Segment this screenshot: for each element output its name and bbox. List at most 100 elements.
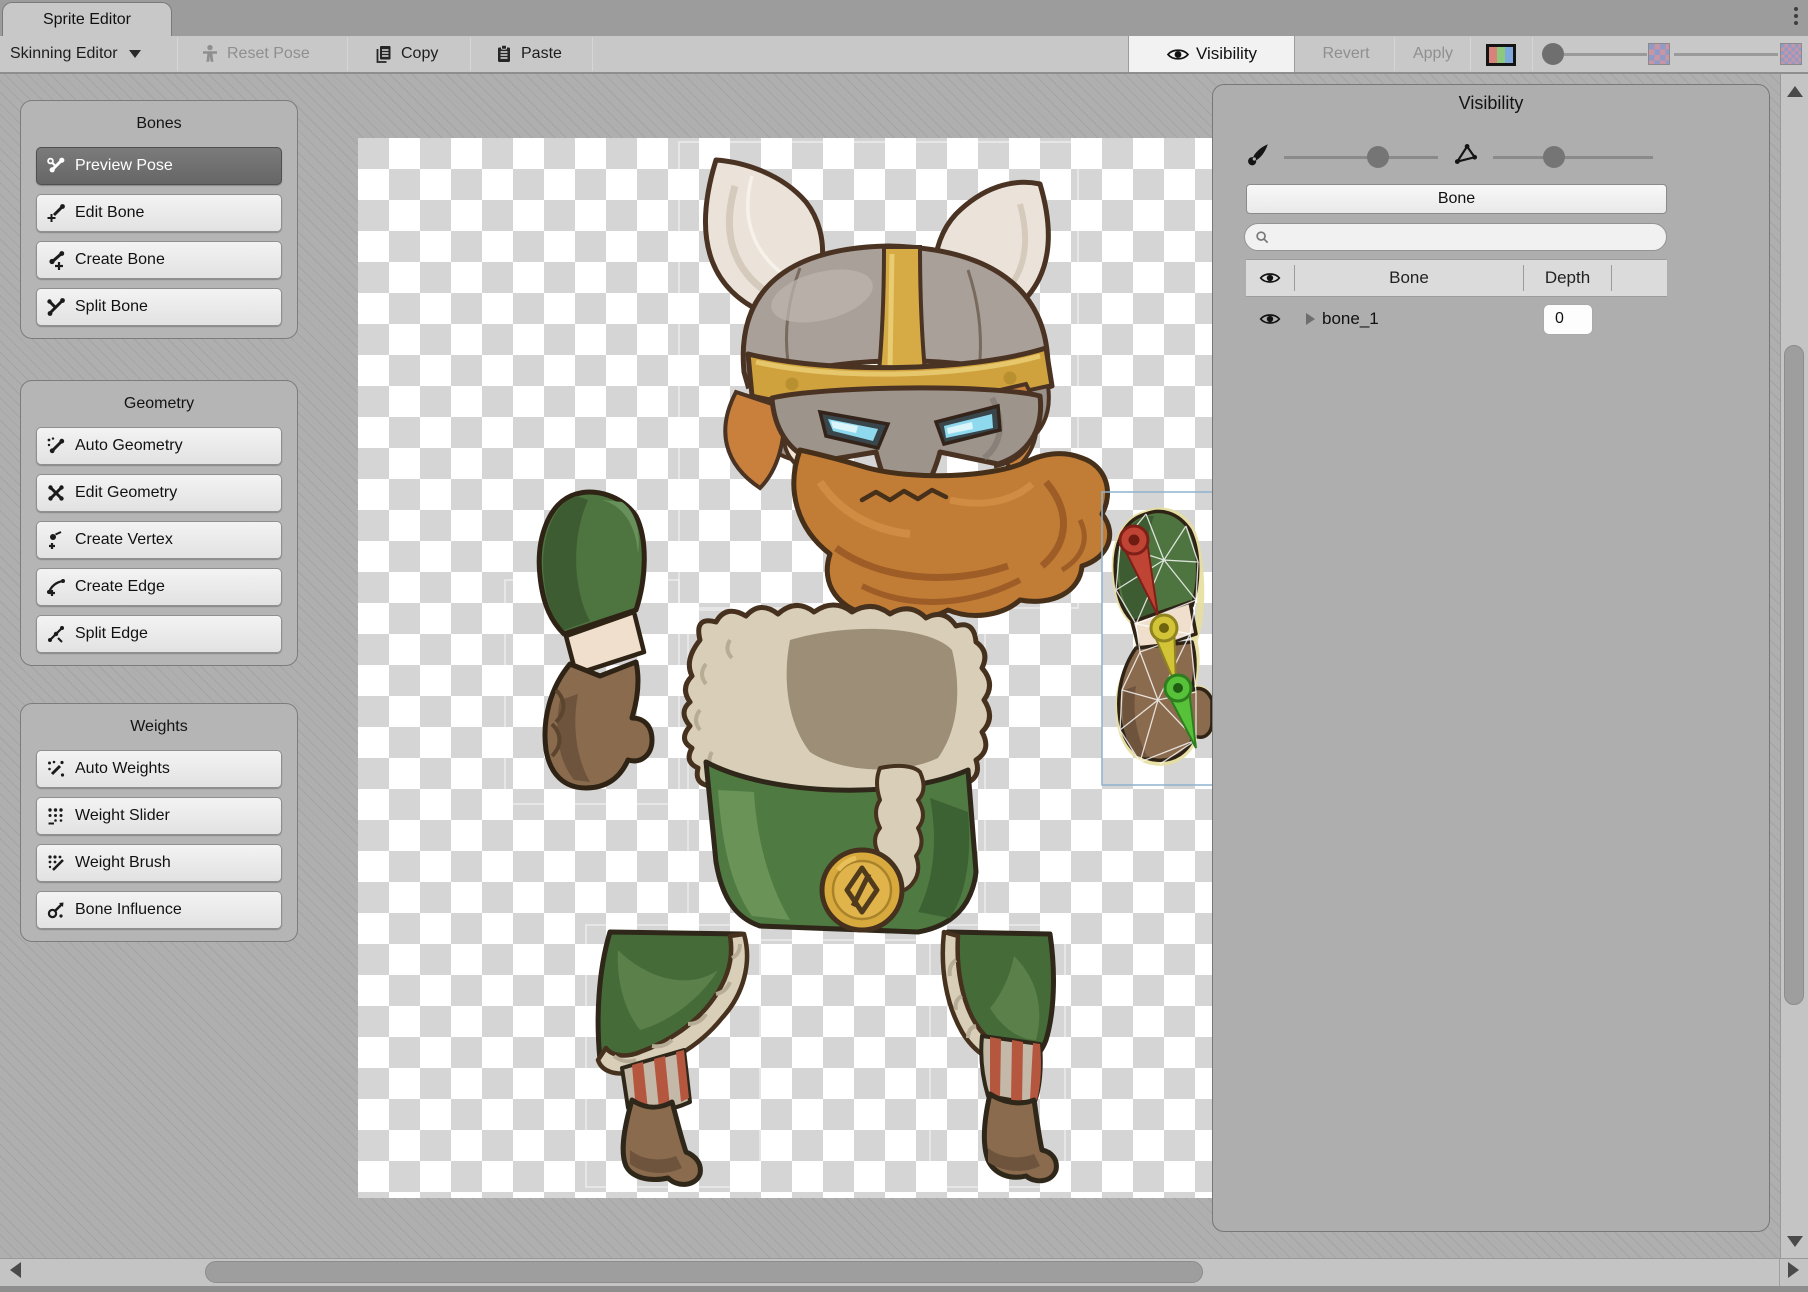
bone-name: bone_1 [1322,309,1379,329]
weights-panel: Weights Auto Weights Weight Slider Weigh… [20,703,298,942]
mesh-opacity-slider[interactable] [1493,156,1653,159]
main-toolbar: Skinning Editor Reset Pose Copy [0,36,1808,74]
toolbar-divider [1470,37,1471,71]
preview-pose-icon [46,156,66,176]
chevron-down-icon [129,50,141,58]
scroll-up-arrow[interactable] [1787,86,1803,97]
scrollbar-corner-divider [1779,1259,1780,1287]
sprite-torso [684,605,990,932]
bone-influence-button[interactable]: Bone Influence [36,891,282,929]
create-vertex-icon [46,530,66,550]
paste-icon [494,44,514,64]
reset-pose-button[interactable]: Reset Pose [200,36,310,72]
split-bone-icon [46,297,66,317]
sprite-left-leg [598,932,747,1184]
create-edge-button[interactable]: Create Edge [36,568,282,606]
window-bottom-edge [0,1286,1808,1292]
bone-opacity-slider[interactable] [1284,156,1438,159]
tab-sprite-editor[interactable]: Sprite Editor [2,2,172,36]
apply-button[interactable]: Apply [1398,36,1468,72]
column-header-depth[interactable]: Depth [1524,268,1611,288]
toolbar-divider [1532,37,1533,71]
vertical-scrollbar[interactable] [1780,74,1808,1258]
sprite-editor-window: Sprite Editor Skinning Editor Reset Pose… [0,0,1808,1292]
panel-title: Bones [21,109,297,147]
opacity-slider-knob[interactable] [1542,43,1564,65]
bone-table-header: Bone Depth [1246,259,1667,297]
copy-button[interactable]: Copy [374,36,438,72]
weight-brush-icon [46,853,66,873]
toolbar-divider [470,37,471,71]
toolbar-divider [347,37,348,71]
toolbar-divider [1394,37,1395,71]
weight-slider-button[interactable]: Weight Slider [36,797,282,835]
scroll-down-arrow[interactable] [1787,1236,1803,1247]
sprite-canvas[interactable] [358,138,1212,1198]
scroll-right-arrow[interactable] [1788,1262,1799,1278]
split-edge-button[interactable]: Split Edge [36,615,282,653]
create-bone-button[interactable]: Create Bone [36,241,282,279]
mesh-opacity-icon [1453,141,1479,167]
tab-title: Sprite Editor [43,11,131,29]
edit-bone-button[interactable]: Edit Bone [36,194,282,232]
auto-geometry-button[interactable]: Auto Geometry [36,427,282,465]
copy-icon [374,44,394,64]
horizontal-scrollbar[interactable] [0,1258,1808,1286]
kebab-menu-icon[interactable] [1789,7,1803,31]
create-edge-icon [46,577,66,597]
bones-panel: Bones Preview Pose Edit Bone Create Bone… [20,100,298,339]
texture-checker-swatch-small [1780,43,1802,65]
sprite-head [705,160,1109,619]
preview-pose-button[interactable]: Preview Pose [36,147,282,185]
edit-geometry-button[interactable]: Edit Geometry [36,474,282,512]
search-input[interactable] [1276,228,1656,246]
bone-influence-icon [46,900,66,920]
auto-weights-icon [46,759,66,779]
revert-button[interactable]: Revert [1299,36,1393,72]
sprite-tint-swatch[interactable] [1486,44,1516,66]
window-tab-bar: Sprite Editor [0,0,1808,36]
paste-button[interactable]: Paste [494,36,562,72]
expand-arrow-icon[interactable] [1306,313,1315,325]
split-bone-button[interactable]: Split Bone [36,288,282,326]
sprite-arm-with-bones [1102,492,1212,785]
column-header-bone[interactable]: Bone [1295,268,1523,288]
geometry-panel: Geometry Auto Geometry Edit Geometry Cre… [20,380,298,666]
bone-row[interactable]: bone_1 [1246,297,1667,341]
scroll-left-arrow[interactable] [10,1262,21,1278]
sprite-arm [539,492,652,788]
bone-visibility-eye-icon[interactable] [1258,312,1282,326]
create-bone-icon [46,250,66,270]
opacity-slider-track[interactable] [1564,53,1647,56]
bone-opacity-icon [1245,141,1271,167]
auto-weights-button[interactable]: Auto Weights [36,750,282,788]
bone-opacity-knob[interactable] [1367,146,1389,168]
bone-category-button[interactable]: Bone [1246,184,1667,214]
bone-table: Bone Depth bone_1 [1246,259,1667,341]
create-vertex-button[interactable]: Create Vertex [36,521,282,559]
auto-geometry-icon [46,436,66,456]
edit-geometry-icon [46,483,66,503]
toolbar-divider [177,37,178,71]
opacity-slider-track[interactable] [1674,53,1778,56]
vertical-scroll-thumb[interactable] [1784,345,1804,1005]
weight-brush-button[interactable]: Weight Brush [36,844,282,882]
skinning-editor-workspace: Bones Preview Pose Edit Bone Create Bone… [0,74,1808,1258]
toolbar-divider [592,37,593,71]
texture-checker-swatch [1648,43,1670,65]
visibility-column-eye-icon[interactable] [1258,271,1282,285]
mode-dropdown[interactable]: Skinning Editor [10,36,141,72]
mesh-opacity-knob[interactable] [1543,146,1565,168]
panel-title: Weights [21,712,297,750]
split-edge-icon [46,624,66,644]
visibility-panel: Visibility Bone [1212,84,1770,1232]
weight-slider-icon [46,806,66,826]
visibility-panel-title: Visibility [1213,93,1769,114]
eye-icon [1166,47,1190,62]
horizontal-scroll-thumb[interactable] [205,1261,1203,1283]
bone-search-field[interactable] [1244,223,1667,251]
reset-pose-icon [200,44,220,64]
visibility-toggle-button[interactable]: Visibility [1128,36,1295,72]
depth-input[interactable] [1543,304,1593,335]
panel-title: Geometry [21,389,297,427]
